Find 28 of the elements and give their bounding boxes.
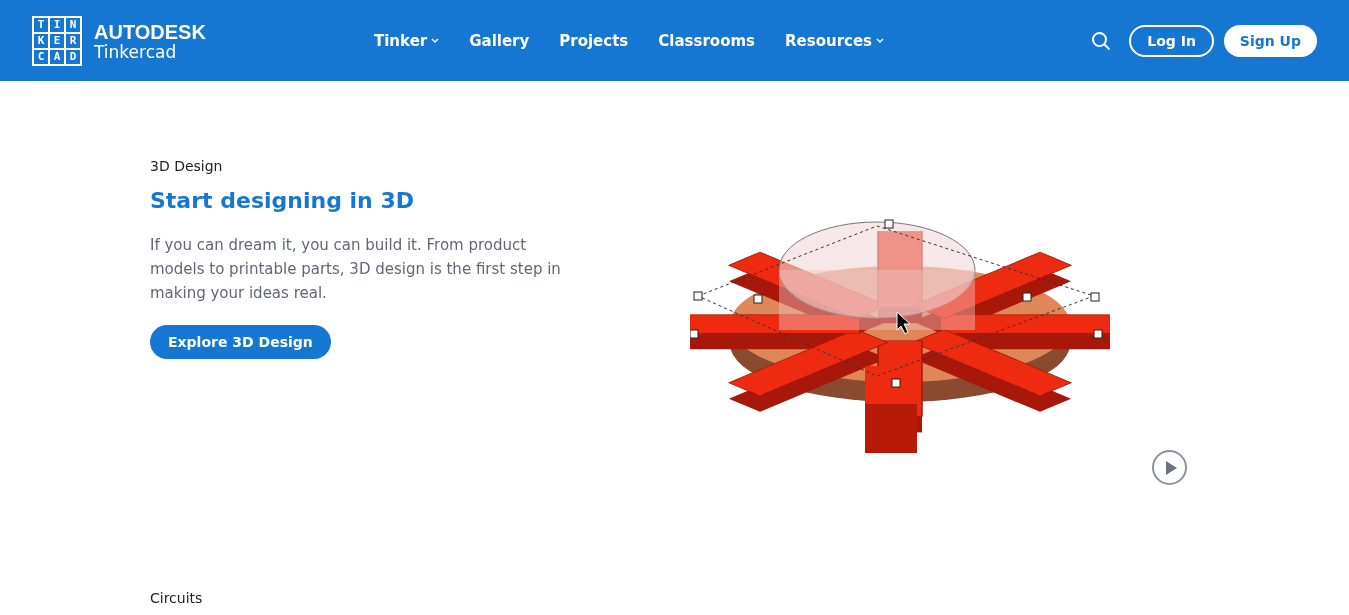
signup-button[interactable]: Sign Up [1223,24,1317,57]
logo-letter: K [34,33,48,48]
chevron-down-icon [431,38,440,43]
logo-letter: I [50,17,64,32]
nav-link[interactable]: Projects [559,31,629,50]
brand-name: AUTODESK [94,20,206,44]
logo-letter: C [34,49,48,64]
chevron-down-icon [876,38,885,43]
logo-letter: N [66,17,80,32]
login-button[interactable]: Log In [1129,24,1214,57]
nav-link[interactable]: Gallery [469,31,530,50]
explore-button[interactable]: Explore 3D Design [150,325,331,359]
play-button[interactable] [1152,450,1187,485]
section-label: 3D Design [150,158,224,174]
logo-letter: T [34,17,48,32]
section-label: Circuits [150,590,204,606]
logo-letter: R [66,33,80,48]
nav-link[interactable]: Resources [785,31,885,50]
logo-letter: D [66,49,80,64]
nav-link[interactable]: Classrooms [658,31,755,50]
nav-link[interactable]: Tinker [374,31,440,50]
search-icon[interactable] [1091,30,1112,51]
play-icon [1164,459,1178,476]
section-description: If you can dream it, you can build it. From product models to printable parts, 3D design is the first step in making your ideas real. [150,235,562,304]
logo-letter: E [50,33,64,48]
logo-letter: A [50,49,64,64]
section-title: Start designing in 3D [150,188,415,213]
product-name: Tinkercad [94,43,178,61]
